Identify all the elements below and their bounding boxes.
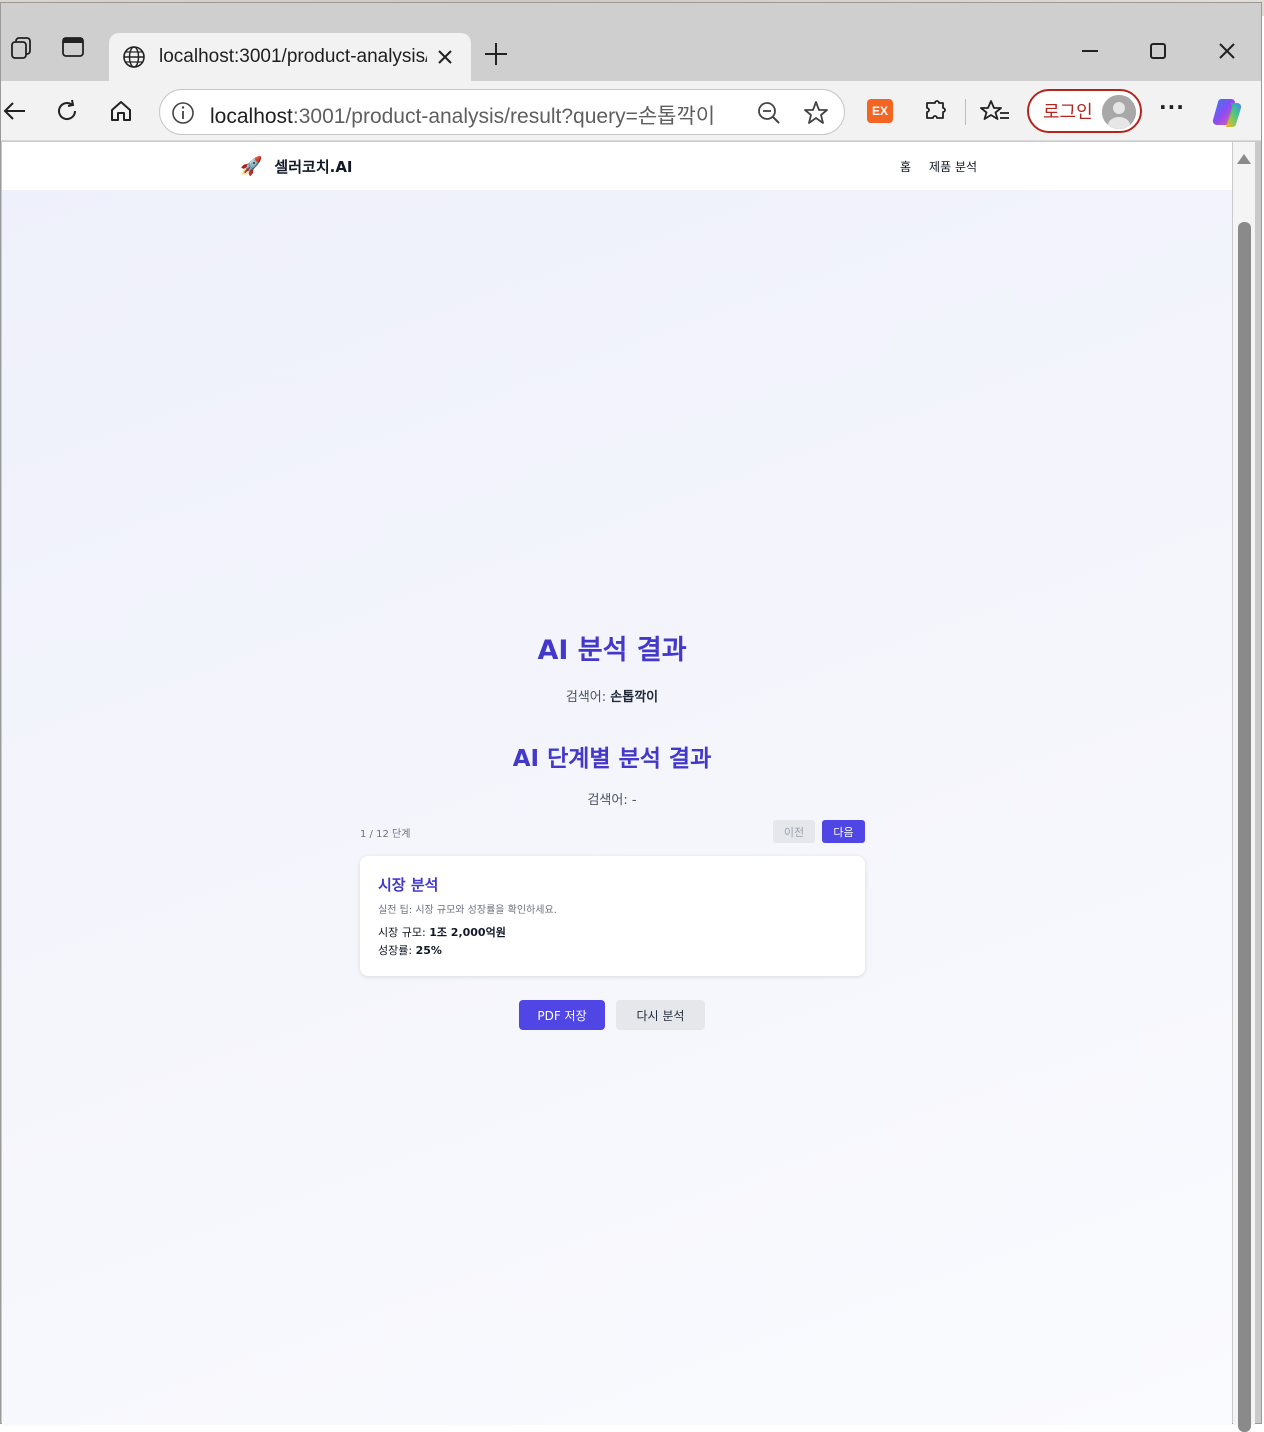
growth-rate-row: 성장률: 25% bbox=[378, 944, 442, 957]
brand-name: 셀러코치.AI bbox=[274, 158, 353, 176]
extensions-button[interactable] bbox=[919, 95, 951, 127]
back-button[interactable] bbox=[0, 95, 31, 127]
browser-window: localhost:3001/product-analysis/r localh… bbox=[0, 2, 1262, 1432]
page-scrollbar[interactable] bbox=[1233, 142, 1255, 1432]
step-counter: 1 / 12 단계 bbox=[360, 829, 411, 840]
site-nav-links: 홈 제품 분석 bbox=[900, 158, 977, 175]
step-search-query: 검색어: - bbox=[587, 793, 637, 808]
scrollbar-thumb[interactable] bbox=[1238, 222, 1251, 1432]
new-tab-icon[interactable] bbox=[481, 39, 511, 69]
site-info-icon[interactable] bbox=[170, 100, 196, 126]
tab-strip: localhost:3001/product-analysis/r bbox=[1, 3, 1261, 81]
close-window-icon[interactable] bbox=[1213, 37, 1241, 65]
profile-avatar-icon bbox=[1102, 95, 1136, 129]
reanalyze-button[interactable]: 다시 분석 bbox=[616, 1000, 705, 1030]
extension-ex-icon[interactable]: EX bbox=[867, 99, 893, 123]
refresh-button[interactable] bbox=[51, 95, 83, 127]
next-step-button[interactable]: 다음 bbox=[822, 820, 865, 843]
step-section-title: AI 단계별 분석 결과 bbox=[512, 746, 712, 772]
home-icon bbox=[111, 101, 131, 121]
more-menu-icon[interactable]: ··· bbox=[1159, 95, 1185, 119]
scroll-up-arrow-icon[interactable] bbox=[1237, 154, 1251, 164]
toolbar-divider bbox=[965, 99, 966, 125]
page-title: AI 분석 결과 bbox=[537, 635, 687, 666]
step-card-title: 시장 분석 bbox=[378, 876, 439, 894]
result-actions: PDF 저장 다시 분석 bbox=[519, 1000, 719, 1030]
favorites-button[interactable] bbox=[979, 95, 1011, 127]
site-header: 🚀 셀러코치.AI 홈 제품 분석 bbox=[2, 142, 1232, 190]
maximize-icon[interactable] bbox=[1144, 37, 1172, 65]
brand-logo[interactable]: 🚀 셀러코치.AI bbox=[240, 156, 353, 177]
home-button[interactable] bbox=[105, 95, 137, 127]
search-query: 검색어: 손톱깍이 bbox=[565, 690, 659, 705]
url-text[interactable]: localhost:3001/product-analysis/result?q… bbox=[210, 100, 715, 130]
globe-icon bbox=[123, 46, 145, 68]
close-tab-icon[interactable] bbox=[433, 45, 457, 69]
refresh-icon bbox=[58, 99, 77, 120]
puzzle-icon bbox=[926, 100, 946, 119]
workspaces-icon[interactable] bbox=[7, 33, 35, 61]
login-button[interactable]: 로그인 bbox=[1027, 89, 1142, 133]
favorites-list-icon bbox=[980, 100, 1009, 120]
step-card: 시장 분석 실전 팁: 시장 규모와 성장률을 확인하세요. 시장 규모: 1조… bbox=[360, 856, 865, 976]
tab-title: localhost:3001/product-analysis/r bbox=[159, 46, 427, 67]
favorite-star-icon[interactable] bbox=[802, 99, 830, 127]
zoom-out-icon[interactable] bbox=[756, 100, 782, 126]
prev-step-button[interactable]: 이전 bbox=[773, 820, 815, 843]
tab-active[interactable]: localhost:3001/product-analysis/r bbox=[109, 33, 471, 81]
save-pdf-button[interactable]: PDF 저장 bbox=[519, 1000, 605, 1030]
vertical-tabs-icon[interactable] bbox=[59, 33, 87, 61]
market-size-row: 시장 규모: 1조 2,000억원 bbox=[378, 926, 506, 939]
copilot-icon[interactable] bbox=[1211, 95, 1245, 129]
minimize-icon[interactable] bbox=[1076, 37, 1104, 65]
rocket-icon: 🚀 bbox=[240, 156, 263, 177]
nav-home-link[interactable]: 홈 bbox=[900, 158, 911, 175]
step-card-tip: 실전 팁: 시장 규모와 성장률을 확인하세요. bbox=[378, 905, 557, 916]
address-bar[interactable]: localhost:3001/product-analysis/result?q… bbox=[159, 89, 845, 135]
page-viewport: 🚀 셀러코치.AI 홈 제품 분석 AI 분석 결과 검색어: 손톱깍이 AI … bbox=[2, 142, 1232, 1425]
login-label: 로그인 bbox=[1043, 102, 1093, 123]
nav-product-analysis-link[interactable]: 제품 분석 bbox=[929, 158, 977, 175]
step-navigation: 1 / 12 단계 이전 다음 bbox=[360, 820, 865, 844]
back-arrow-icon bbox=[3, 102, 25, 120]
